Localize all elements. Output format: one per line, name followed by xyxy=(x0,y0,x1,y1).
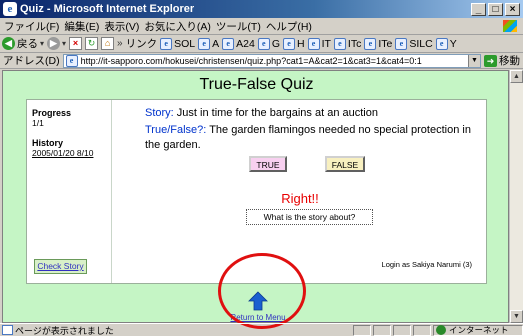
page-done-icon xyxy=(2,325,13,335)
page-icon: e xyxy=(282,37,295,50)
link-h[interactable]: eH xyxy=(282,37,305,50)
false-button[interactable]: FALSE xyxy=(325,156,365,172)
story-label: Story: xyxy=(145,107,174,119)
internet-globe-icon xyxy=(436,325,446,335)
menu-edit[interactable]: 編集(E) xyxy=(64,19,99,34)
forward-button[interactable]: ▶ ▾ xyxy=(47,37,66,50)
page-icon: e xyxy=(160,37,173,50)
status-bar: ページが表示されました インターネット xyxy=(0,323,523,336)
link-itc[interactable]: e ITc xyxy=(333,37,361,50)
progress-label: Progress xyxy=(32,108,72,118)
story-text: Just in time for the bargains at an auct… xyxy=(176,107,378,119)
link-it[interactable]: e IT xyxy=(307,37,331,50)
forward-dropdown-icon[interactable]: ▾ xyxy=(62,39,66,48)
address-dropdown-icon[interactable]: ▼ xyxy=(468,54,480,67)
page-icon: e xyxy=(333,37,346,50)
go-button[interactable]: ➜ 移動 xyxy=(484,53,520,68)
login-status: Login as Sakiya Narumi (3) xyxy=(381,260,472,269)
back-dropdown-icon[interactable]: ▾ xyxy=(40,39,44,48)
link-y[interactable]: eY xyxy=(435,37,457,50)
page-icon: e xyxy=(395,37,408,50)
check-story-button[interactable]: Check Story xyxy=(34,259,87,274)
back-label: 戻る xyxy=(17,38,38,50)
return-to-menu[interactable]: Return to Menu xyxy=(223,291,293,322)
menu-favorites[interactable]: お気に入り(A) xyxy=(144,19,211,34)
link-silc[interactable]: e SILC xyxy=(395,37,433,50)
return-to-menu-link[interactable]: Return to Menu xyxy=(230,313,285,322)
story-about-button[interactable]: What is the story about? xyxy=(246,209,373,225)
menu-help[interactable]: ヘルプ(H) xyxy=(266,19,312,34)
refresh-icon[interactable]: ↻ xyxy=(85,37,99,50)
title-bar: e Quiz - Microsoft Internet Explorer _ □… xyxy=(0,0,523,18)
history-value[interactable]: 2005/01/20 8/10 xyxy=(32,148,93,158)
link-g[interactable]: eG xyxy=(257,37,280,50)
address-url: http://it-sapporo.com/hokusei/christense… xyxy=(80,55,422,66)
address-bar: アドレス(D) e http://it-sapporo.com/hokusei/… xyxy=(0,53,523,69)
history-label: History xyxy=(32,138,64,148)
progress-value: 1/1 xyxy=(32,118,44,128)
scroll-up-icon[interactable]: ▲ xyxy=(510,70,523,83)
menu-bar: ファイル(F) 編集(E) 表示(V) お気に入り(A) ツール(T) ヘルプ(… xyxy=(0,18,523,35)
maximize-button[interactable]: □ xyxy=(488,2,503,16)
page-viewport: True-False Quiz Progress 1/1 History 200… xyxy=(2,70,509,323)
question-label: True/False?: xyxy=(145,124,207,136)
toolbar-overflow-icon[interactable]: » xyxy=(117,38,123,49)
status-cell xyxy=(393,324,411,336)
status-cell xyxy=(413,324,431,336)
up-arrow-icon xyxy=(248,291,268,311)
address-input[interactable]: e http://it-sapporo.com/hokusei/christen… xyxy=(62,53,481,68)
vertical-scrollbar[interactable]: ▲ ▼ xyxy=(509,70,523,323)
true-button[interactable]: TRUE xyxy=(249,156,287,172)
status-message: ページが表示されました xyxy=(15,325,114,336)
stop-icon[interactable]: × xyxy=(69,37,83,50)
result-message: Right!! xyxy=(281,191,319,206)
menu-tools[interactable]: ツール(T) xyxy=(216,19,261,34)
status-cell xyxy=(353,324,371,336)
page-title: True-False Quiz xyxy=(199,76,314,93)
minimize-button[interactable]: _ xyxy=(471,2,486,16)
page-icon: e xyxy=(222,37,235,50)
link-a[interactable]: eA xyxy=(198,37,219,50)
security-zone: インターネット xyxy=(433,324,523,336)
forward-arrow-icon: ▶ xyxy=(47,37,61,50)
page-icon: e xyxy=(257,37,270,50)
ie-logo-icon: e xyxy=(3,2,17,16)
back-button[interactable]: ◀ 戻る ▾ xyxy=(2,36,44,51)
status-cell xyxy=(373,324,391,336)
go-arrow-icon: ➜ xyxy=(484,54,497,67)
close-button[interactable]: × xyxy=(505,2,520,16)
page-icon: e xyxy=(364,37,377,50)
page-icon: e xyxy=(435,37,448,50)
scroll-down-icon[interactable]: ▼ xyxy=(510,310,523,323)
page-icon: e xyxy=(198,37,211,50)
links-label: リンク xyxy=(125,38,158,50)
back-arrow-icon: ◀ xyxy=(2,37,15,50)
page-icon: e xyxy=(307,37,320,50)
page-icon: e xyxy=(65,54,78,67)
link-ite[interactable]: e ITe xyxy=(364,37,392,50)
link-a24[interactable]: e A24 xyxy=(222,37,255,50)
window-title: Quiz - Microsoft Internet Explorer xyxy=(20,3,195,15)
toolbar: ◀ 戻る ▾ ▶ ▾ × ↻ ⌂ » リンク e SOL eA e A24 eG e… xyxy=(0,35,523,53)
home-icon[interactable]: ⌂ xyxy=(101,37,115,50)
question-line: True/False?: The garden flamingos needed… xyxy=(145,123,475,153)
windows-logo-icon xyxy=(503,20,517,32)
quiz-panel: Progress 1/1 History 2005/01/20 8/10 Che… xyxy=(26,99,487,284)
menu-view[interactable]: 表示(V) xyxy=(104,19,139,34)
address-label: アドレス(D) xyxy=(3,55,60,67)
story-line: Story: Just in time for the bargains at … xyxy=(145,107,475,119)
menu-file[interactable]: ファイル(F) xyxy=(4,19,59,34)
link-sol[interactable]: e SOL xyxy=(160,37,195,50)
